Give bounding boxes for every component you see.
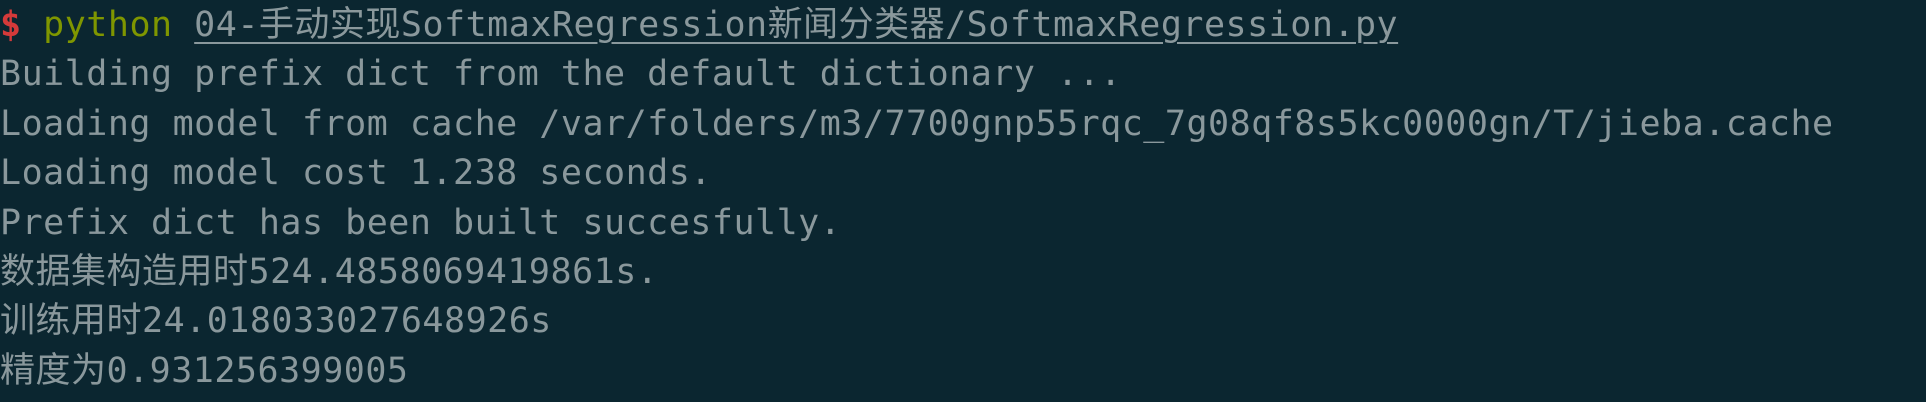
output-line: 训练用时24.018033027648926s: [0, 301, 552, 341]
output-line: Building prefix dict from the default di…: [0, 54, 1122, 94]
output-line: 精度为0.931256399005: [0, 351, 409, 391]
command-name: python: [43, 5, 173, 45]
prompt-symbol: $: [0, 5, 22, 45]
output-line: 数据集构造用时524.4858069419861s.: [0, 252, 659, 292]
output-line: Loading model from cache /var/folders/m3…: [0, 104, 1834, 144]
output-line: Prefix dict has been built succesfully.: [0, 203, 842, 243]
terminal-window[interactable]: $ python 04-手动实现SoftmaxRegression新闻分类器/S…: [0, 0, 1926, 402]
command-line: $ python 04-手动实现SoftmaxRegression新闻分类器/S…: [0, 0, 1398, 50]
output-line: Loading model cost 1.238 seconds.: [0, 153, 712, 193]
script-path-link[interactable]: 04-手动实现SoftmaxRegression新闻分类器/SoftmaxReg…: [194, 5, 1398, 45]
